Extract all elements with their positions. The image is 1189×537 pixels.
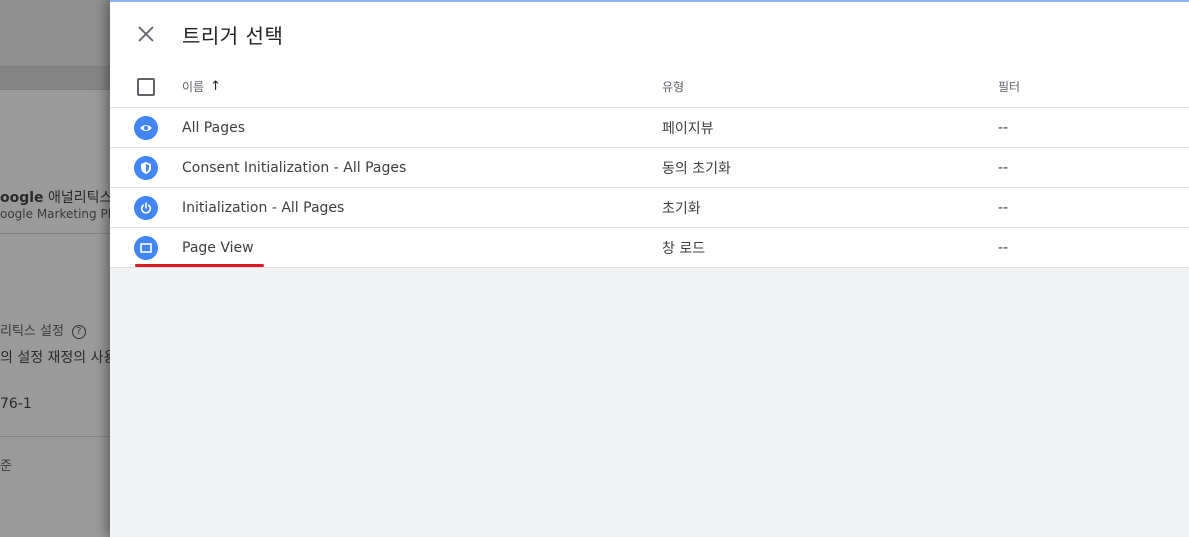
background-topbar <box>0 0 110 66</box>
background-id-text: 76-1 <box>0 396 32 412</box>
shield-icon <box>134 155 158 180</box>
column-header-name[interactable]: 이름 ↑ <box>182 78 662 95</box>
trigger-name: Page View <box>182 239 254 256</box>
trigger-name: Initialization - All Pages <box>182 199 345 216</box>
trigger-table: 이름 ↑ 유형 필터 All Pages 페이지뷰 -- Consent Ini… <box>110 66 1189 268</box>
table-row[interactable]: Initialization - All Pages 초기화 -- <box>110 188 1189 228</box>
highlight-underline <box>135 264 264 267</box>
background-band <box>0 66 110 90</box>
trigger-filter: -- <box>998 239 1009 256</box>
background-footer-text: 준 <box>0 459 12 474</box>
panel-title: 트리거 선택 <box>182 23 284 48</box>
table-row[interactable]: Page View 창 로드 -- <box>110 228 1189 268</box>
select-all-checkbox[interactable] <box>137 77 155 96</box>
background-product-sub: oogle Marketing Pla <box>0 207 119 221</box>
trigger-filter: -- <box>998 199 1009 216</box>
trigger-type: 초기화 <box>662 200 701 217</box>
background-settings-label: 리틱스 설정? <box>0 320 86 339</box>
table-row[interactable]: Consent Initialization - All Pages 동의 초기… <box>110 148 1189 188</box>
trigger-name: Consent Initialization - All Pages <box>182 159 407 176</box>
close-icon <box>138 26 154 42</box>
table-row[interactable]: All Pages 페이지뷰 -- <box>110 108 1189 148</box>
background-divider <box>0 233 110 234</box>
trigger-filter: -- <box>998 119 1009 136</box>
panel-header: 트리거 선택 <box>110 2 1189 66</box>
background-override-text: 의 설정 재정의 사용 <box>0 350 117 366</box>
trigger-type: 창 로드 <box>662 240 706 257</box>
help-icon: ? <box>71 325 86 339</box>
column-header-type[interactable]: 유형 <box>662 78 998 95</box>
background-product-name: oogle 애널리틱스 <box>0 190 113 206</box>
trigger-type: 동의 초기화 <box>662 160 731 177</box>
power-icon <box>134 195 158 220</box>
eye-icon <box>134 115 158 140</box>
trigger-filter: -- <box>998 159 1009 176</box>
trigger-name: All Pages <box>182 119 245 136</box>
trigger-select-panel: 트리거 선택 이름 ↑ 유형 필터 All Pages 페이지뷰 -- Cons… <box>110 0 1189 537</box>
sort-ascending-icon: ↑ <box>210 79 221 94</box>
background-divider <box>0 436 110 437</box>
column-header-filter[interactable]: 필터 <box>998 78 1189 95</box>
trigger-type: 페이지뷰 <box>662 120 714 137</box>
table-header-row: 이름 ↑ 유형 필터 <box>110 66 1189 108</box>
close-button[interactable] <box>110 2 182 66</box>
window-icon <box>134 235 158 260</box>
